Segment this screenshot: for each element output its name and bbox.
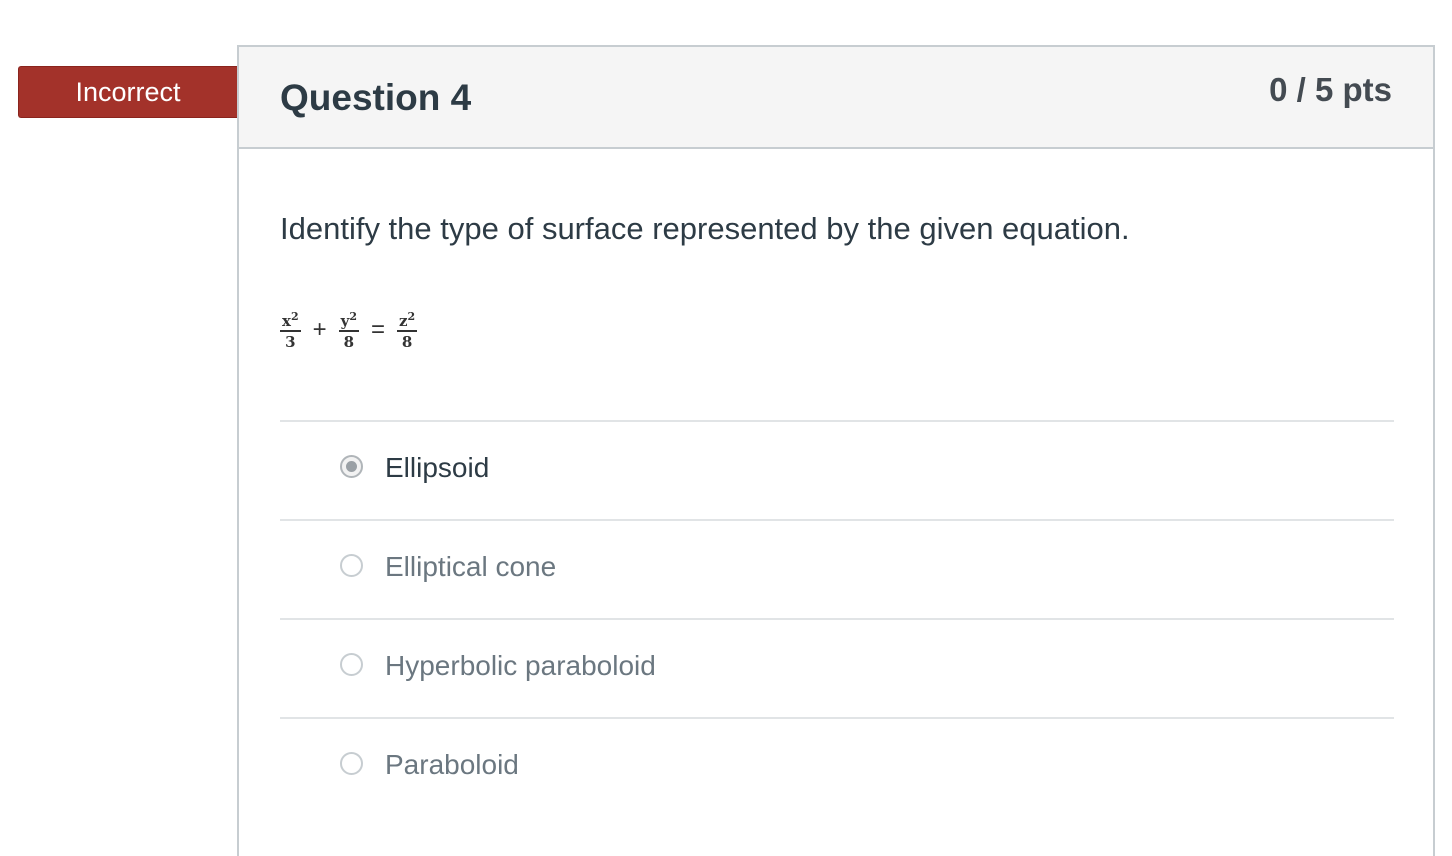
fraction-y-denominator: 8 [343, 333, 355, 351]
question-prompt: Identify the type of surface represented… [280, 211, 1130, 246]
answer-label: Hyperbolic paraboloid [385, 650, 656, 681]
fraction-z-numerator: z2 [397, 309, 418, 332]
fraction-x: x2 3 [280, 309, 301, 350]
incorrect-flag: Incorrect [18, 66, 249, 118]
radio-button[interactable] [340, 653, 363, 676]
x-variable: x [282, 312, 291, 330]
radio-button[interactable] [340, 752, 363, 775]
answer-label: Ellipsoid [385, 452, 490, 483]
x-exponent: 2 [290, 310, 299, 323]
radio-button[interactable] [340, 554, 363, 577]
quiz-results-page: Incorrect Question 4 0 / 5 pts Identify … [0, 0, 1452, 856]
y-exponent: 2 [349, 310, 357, 323]
equals-sign: = [371, 315, 386, 343]
answer-option[interactable]: Elliptical cone [280, 519, 1394, 618]
answer-option[interactable]: Ellipsoid [280, 420, 1394, 519]
fraction-y-numerator: y2 [338, 309, 359, 332]
plus-sign: + [312, 315, 327, 343]
fraction-y: y2 8 [338, 309, 359, 351]
answer-label: Paraboloid [385, 749, 519, 780]
answer-label: Elliptical cone [385, 551, 557, 582]
z-exponent: 2 [407, 310, 416, 323]
fraction-z-denominator: 8 [401, 333, 413, 351]
question-points: 0 / 5 pts [1269, 71, 1392, 108]
equation: x2 3 + y2 8 = z2 8 [280, 309, 418, 351]
fraction-x-numerator: x2 [280, 309, 301, 332]
fraction-z: z2 8 [397, 309, 418, 351]
fraction-x-denominator: 3 [285, 333, 296, 351]
z-variable: z [399, 312, 408, 330]
answer-list: Ellipsoid Elliptical cone Hyperbolic par… [280, 420, 1394, 816]
question-title: Question 4 [280, 77, 472, 118]
answer-option[interactable]: Paraboloid [280, 717, 1394, 816]
radio-button-selected[interactable] [340, 455, 363, 478]
answer-option[interactable]: Hyperbolic paraboloid [280, 618, 1394, 717]
question-header: Question 4 0 / 5 pts [239, 47, 1433, 149]
question-card: Question 4 0 / 5 pts Identify the type o… [237, 45, 1435, 856]
